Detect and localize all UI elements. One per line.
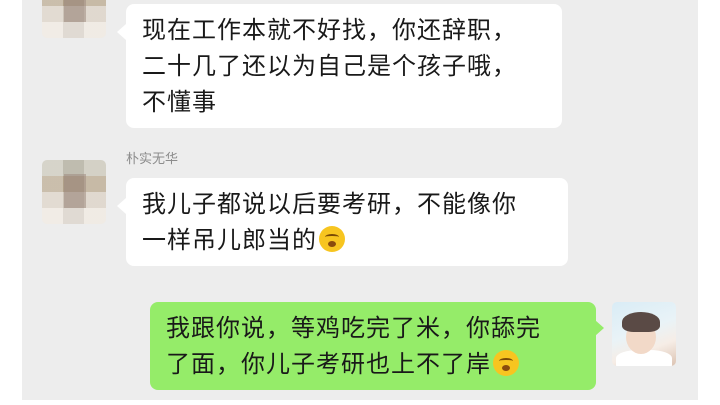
avatar-hair	[622, 312, 660, 332]
message-line: 现在工作本就不好找，你还辞职，	[142, 16, 517, 44]
avatar-pixelated[interactable]	[42, 0, 106, 38]
bubble-tail	[117, 198, 126, 214]
avatar-pixelated[interactable]	[42, 160, 106, 224]
message-line: 一样吊儿郎当的	[142, 226, 317, 254]
message-line: 二十几了还以为自己是个孩子哦，	[142, 52, 517, 80]
message-line: 不懂事	[142, 88, 217, 116]
bubble-tail	[595, 320, 604, 336]
message-bubble-incoming[interactable]: 现在工作本就不好找，你还辞职， 二十几了还以为自己是个孩子哦， 不懂事	[126, 4, 562, 128]
message-line: 了面，你儿子考研也上不了岸	[166, 350, 491, 378]
message-bubble-incoming[interactable]: 我儿子都说以后要考研，不能像你 一样吊儿郎当的	[126, 178, 568, 266]
message-line: 我跟你说，等鸡吃完了米，你舔完	[166, 314, 541, 342]
bubble-tail	[117, 24, 126, 40]
grinning-face-emoji-icon	[319, 226, 345, 252]
sender-name: 朴实无华	[126, 152, 179, 167]
message-line: 我儿子都说以后要考研，不能像你	[142, 190, 517, 218]
chat-window: 现在工作本就不好找，你还辞职， 二十几了还以为自己是个孩子哦， 不懂事 朴实无华…	[22, 0, 698, 400]
avatar-self[interactable]	[612, 302, 676, 366]
message-bubble-outgoing[interactable]: 我跟你说，等鸡吃完了米，你舔完 了面，你儿子考研也上不了岸	[150, 302, 596, 390]
grinning-face-emoji-icon	[493, 350, 519, 376]
